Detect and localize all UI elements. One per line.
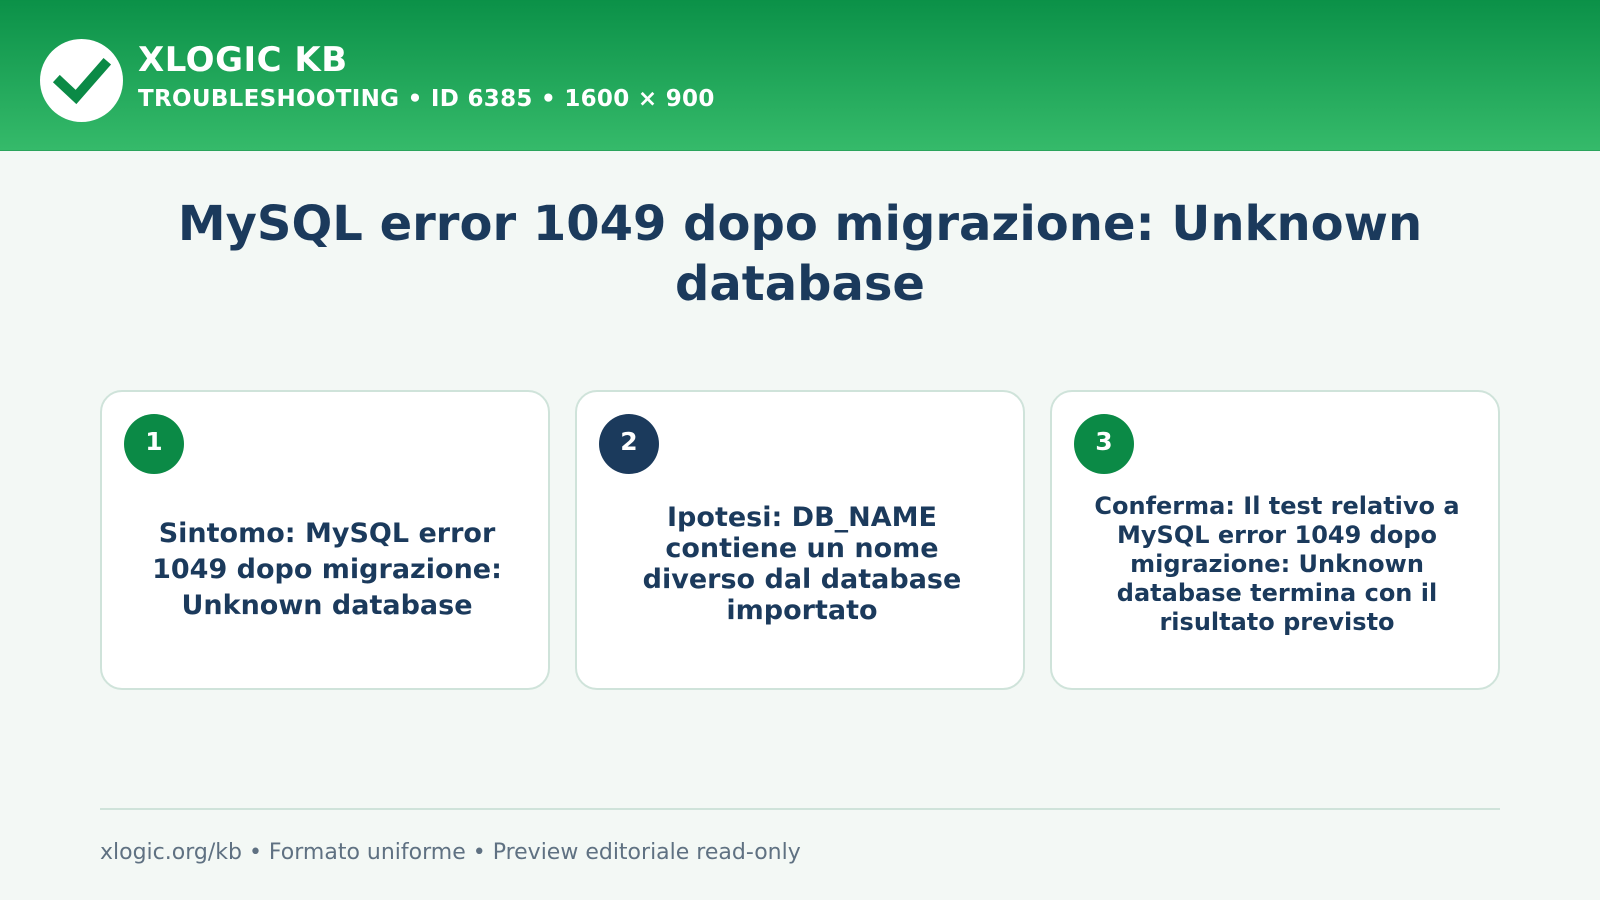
header-bar: XLOGIC KB TROUBLESHOOTING • ID 6385 • 16… — [0, 0, 1600, 151]
step-card-confirmation: 3 Conferma: Il test relativo a MySQL err… — [1050, 390, 1500, 690]
step-card-text: Conferma: Il test relativo a MySQL error… — [1094, 492, 1460, 636]
logo — [40, 39, 123, 122]
step-number-badge: 3 — [1074, 414, 1134, 474]
step-card-hypothesis: 2 Ipotesi: DB_NAME contiene un nome dive… — [575, 390, 1025, 690]
step-number-badge: 2 — [599, 414, 659, 474]
footer-divider — [100, 808, 1500, 810]
header-subtitle: TROUBLESHOOTING • ID 6385 • 1600 × 900 — [138, 86, 715, 112]
checkmark-icon — [52, 57, 112, 105]
step-card-text: Ipotesi: DB_NAME contiene un nome divers… — [642, 502, 962, 626]
step-card-text: Sintomo: MySQL error 1049 dopo migrazion… — [152, 518, 502, 621]
step-card-symptom: 1 Sintomo: MySQL error 1049 dopo migrazi… — [100, 390, 550, 690]
brand-name: XLOGIC KB — [138, 40, 348, 80]
footer-text: xlogic.org/kb • Formato uniforme • Previ… — [100, 840, 801, 865]
step-number-badge: 1 — [124, 414, 184, 474]
page-title: MySQL error 1049 dopo migrazione: Unknow… — [177, 196, 1423, 312]
